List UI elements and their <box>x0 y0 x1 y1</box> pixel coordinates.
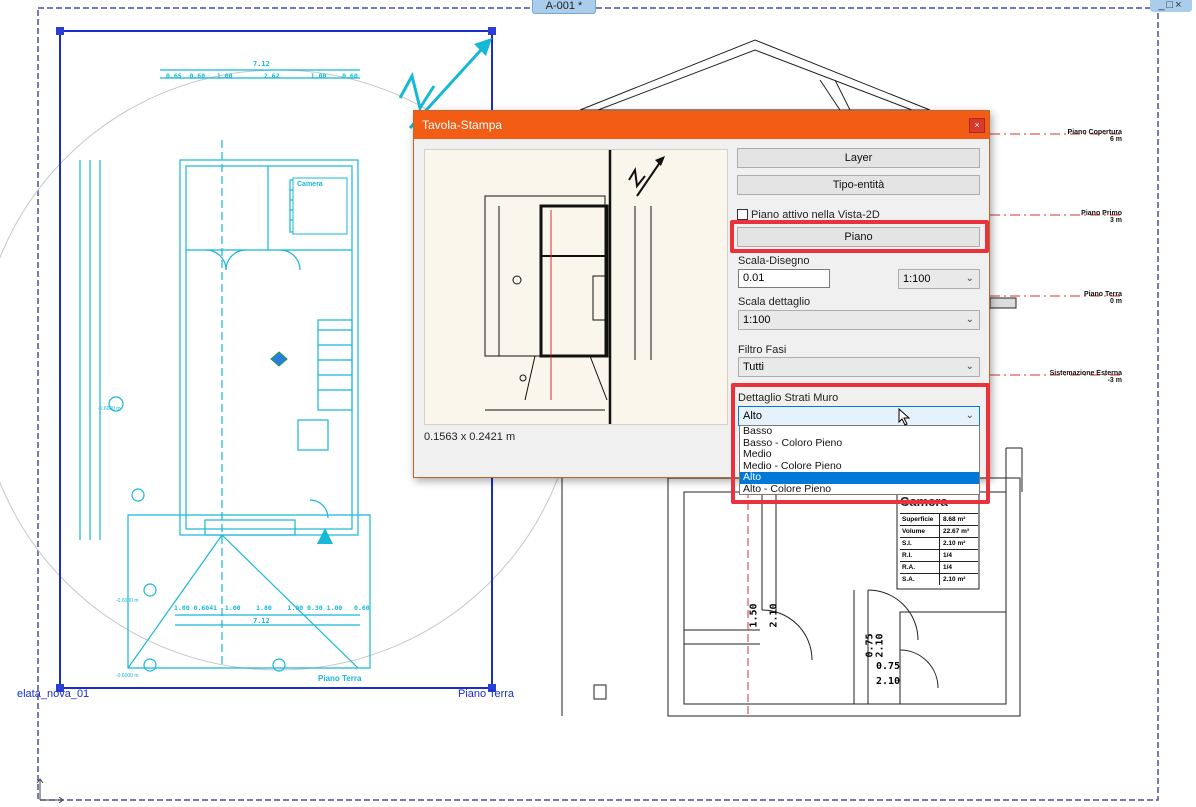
chevron-down-icon: ⌄ <box>965 273 974 284</box>
dim-bottom-sub: 1.00 0.6041 1.00 1.80 1.00 0.30 1.00 0.6… <box>174 604 370 612</box>
room-table-row: R.A. 1/4 <box>900 561 978 573</box>
room-table-value: 1/4 <box>943 552 953 559</box>
level-name: Piano Copertura <box>1067 129 1122 136</box>
elev-left-1: -0.6000 m <box>98 406 121 412</box>
room-table-key: R.I. <box>900 550 940 561</box>
active-floor-checkbox[interactable] <box>737 209 748 220</box>
room-table-value: 1/4 <box>943 564 953 571</box>
drawing-scale-ratio-select[interactable]: 1:100 ⌄ <box>898 269 980 289</box>
door-dim-1: 1.50 <box>748 603 760 628</box>
entity-type-button[interactable]: Tipo-entità <box>737 175 980 195</box>
level-name: Piano Primo <box>1081 210 1122 217</box>
elev-left-2: -0.6000 m <box>116 598 139 604</box>
room-table: Superficie 8.68 m² Volume 22.67 m³ S.I. 2.10 … <box>900 513 978 585</box>
room-table-row: Volume 22.67 m³ <box>900 525 978 537</box>
dim-top: 7.12 <box>253 60 270 68</box>
room-table-row: Superficie 8.68 m² <box>900 513 978 525</box>
level-value: 6 m <box>1109 136 1122 143</box>
room-table-value: 8.68 m² <box>943 516 966 523</box>
level-value: 0 m <box>1109 298 1122 305</box>
door-dim-6: 2.10 <box>876 676 901 687</box>
level-value: -3 m <box>1107 377 1122 384</box>
room-table-value: 2.10 m² <box>943 576 966 583</box>
room-table-key: S.I. <box>900 538 940 549</box>
detail-scale-label: Scala dettaglio <box>738 296 811 308</box>
cyan-room-title: Camera <box>297 181 323 188</box>
door-dim-4: 2.10 <box>874 633 886 658</box>
viewport-name-label: elata_nova_01 <box>17 688 90 700</box>
room-table-key: Superficie <box>900 514 940 525</box>
chevron-down-icon: ⌄ <box>965 361 974 372</box>
dialog-titlebar[interactable]: Tavola-Stampa × <box>414 111 989 139</box>
room-table-value: 22.67 m³ <box>943 528 970 535</box>
window-controls[interactable]: _□× <box>1150 0 1192 12</box>
door-dim-2: 2.10 <box>768 603 780 628</box>
dialog-title: Tavola-Stampa <box>422 118 503 132</box>
detail-scale-select[interactable]: 1:100 ⌄ <box>738 310 980 330</box>
wall-layers-highlight <box>731 383 990 504</box>
layer-button[interactable]: Layer <box>737 148 980 168</box>
door-dim-5: 0.75 <box>876 661 901 672</box>
inner-plan-label: Piano Terra <box>318 674 362 683</box>
level-name: Sistemazione Esterna <box>1049 370 1122 377</box>
mouse-cursor-icon <box>898 408 911 426</box>
sheet-tab[interactable]: A-001 * <box>532 0 596 14</box>
level-name: Piano Terra <box>1084 291 1122 298</box>
origin-axis-icon <box>36 778 64 804</box>
phase-filter-value: Tutti <box>743 361 764 373</box>
phase-filter-select[interactable]: Tutti ⌄ <box>738 357 980 377</box>
room-table-key: Volume <box>900 526 940 537</box>
elev-left-3: -0.6000 m <box>116 673 139 679</box>
drawing-scale-input[interactable]: 0.01 <box>738 269 830 288</box>
room-table-key: S.A. <box>900 574 940 585</box>
preview-dimensions: 0.1563 x 0.2421 m <box>424 431 516 443</box>
detail-scale-value: 1:100 <box>743 314 771 326</box>
chevron-down-icon: ⌄ <box>965 314 974 325</box>
dim-top-sub: 0.65 0.60 1.00 2.62 1.00 0.60 <box>166 72 358 80</box>
floor-button[interactable]: Piano <box>737 227 980 247</box>
viewport-floor-label: Piano Terra <box>458 688 515 700</box>
drawing-scale-ratio-value: 1:100 <box>903 273 931 285</box>
phase-filter-label: Filtro Fasi <box>738 344 787 356</box>
room-table-row: R.I. 1/4 <box>900 549 978 561</box>
drawing-scale-label: Scala-Disegno <box>738 255 810 267</box>
sheet-preview <box>424 149 728 425</box>
level-value: 3 m <box>1109 217 1122 224</box>
room-table-value: 2.10 m² <box>943 540 966 547</box>
room-table-row: S.A. 2.10 m² <box>900 573 978 585</box>
close-button[interactable]: × <box>969 118 985 133</box>
room-table-key: R.A. <box>900 562 940 573</box>
room-table-row: S.I. 2.10 m² <box>900 537 978 549</box>
dim-bottom: 7.12 <box>253 617 270 625</box>
preview-drawing <box>484 150 665 424</box>
